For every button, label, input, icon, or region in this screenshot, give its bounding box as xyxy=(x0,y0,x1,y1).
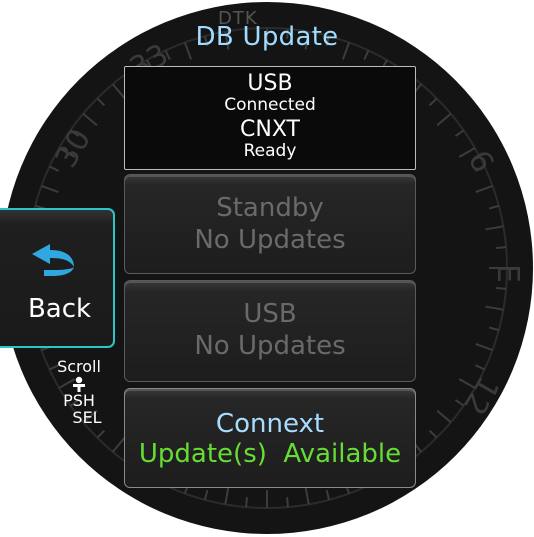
db-update-screen: 33 30 6 E 12 DTK DB Update USB Connected… xyxy=(0,0,534,537)
usb-update-button[interactable]: USB No Updates xyxy=(124,280,416,382)
standby-button-line2: No Updates xyxy=(194,225,346,255)
connection-status-box: USB Connected CNXT Ready xyxy=(124,66,416,170)
back-arrow-icon xyxy=(32,244,74,276)
connext-update-button[interactable]: Connext Update(s) Available xyxy=(124,388,416,488)
page-title: DB Update xyxy=(195,22,339,52)
cnxt-status-label: CNXT xyxy=(240,117,300,142)
knob-icon xyxy=(73,376,85,392)
compass-tick xyxy=(496,246,507,249)
back-button-label: Back xyxy=(27,294,92,324)
usb-button-line1: USB xyxy=(243,299,297,329)
usb-status-value: Connected xyxy=(224,95,316,115)
connext-button-line2: Update(s) Available xyxy=(138,439,402,469)
knob-select-label: SEL xyxy=(72,408,102,427)
compass-tick xyxy=(496,287,507,290)
knob-scroll-label: Scroll xyxy=(57,357,101,376)
compass-tick xyxy=(245,497,248,508)
usb-button-line2: No Updates xyxy=(194,331,346,361)
connext-button-line1: Connext xyxy=(215,409,325,439)
standby-update-button[interactable]: Standby No Updates xyxy=(124,174,416,274)
back-button[interactable]: Back xyxy=(0,208,115,348)
usb-status-label: USB xyxy=(247,71,293,96)
knob-push-label: PSH xyxy=(63,391,95,410)
compass-label-e: E xyxy=(490,264,525,283)
cnxt-status-value: Ready xyxy=(243,141,297,161)
standby-button-line1: Standby xyxy=(216,193,324,223)
knob-hint: Scroll PSH SEL xyxy=(44,358,114,426)
compass-tick xyxy=(286,497,289,508)
